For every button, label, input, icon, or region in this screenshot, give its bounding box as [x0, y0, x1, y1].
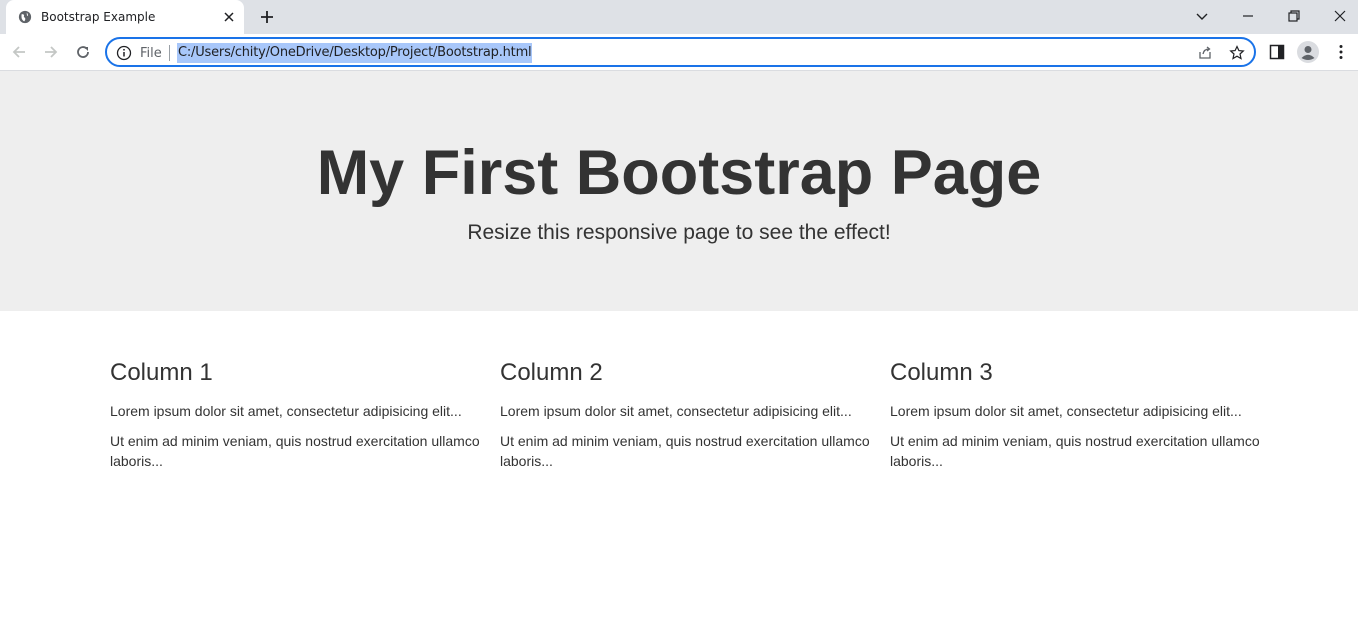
column-heading: Column 2 [500, 359, 603, 386]
share-icon[interactable] [1197, 45, 1213, 61]
column-3: Column 3 Lorem ipsum dolor sit amet, con… [890, 359, 1260, 481]
forward-arrow-icon[interactable] [41, 42, 61, 62]
new-tab-plus-icon[interactable] [258, 8, 276, 26]
close-window-icon[interactable] [1330, 6, 1350, 26]
more-menu-icon[interactable] [1332, 43, 1350, 61]
browser-tab[interactable]: Bootstrap Example [6, 0, 244, 34]
globe-icon [18, 10, 32, 24]
tab-close-icon[interactable] [222, 10, 236, 24]
column-paragraph: Ut enim ad minim veniam, quis nostrud ex… [110, 433, 480, 469]
browser-toolbar: File C:/Users/chity/OneDrive/Desktop/Pro… [0, 34, 1358, 71]
jumbotron: My First Bootstrap Page Resize this resp… [0, 71, 1358, 311]
page-subtitle: Resize this responsive page to see the e… [467, 221, 891, 244]
info-icon[interactable] [116, 45, 132, 61]
column-paragraph: Lorem ipsum dolor sit amet, consectetur … [500, 403, 852, 419]
minimize-icon[interactable] [1238, 6, 1258, 26]
page-title: My First Bootstrap Page [316, 138, 1042, 208]
profile-avatar-icon[interactable] [1297, 41, 1319, 63]
tab-strip: Bootstrap Example [0, 0, 1358, 34]
scheme-label: File [140, 46, 162, 61]
column-2: Column 2 Lorem ipsum dolor sit amet, con… [500, 359, 870, 481]
back-arrow-icon[interactable] [9, 42, 29, 62]
address-bar[interactable]: File C:/Users/chity/OneDrive/Desktop/Pro… [105, 37, 1256, 67]
address-separator [169, 45, 170, 61]
column-heading: Column 1 [110, 359, 213, 386]
column-paragraph: Ut enim ad minim veniam, quis nostrud ex… [500, 433, 870, 469]
bookmark-star-icon[interactable] [1229, 45, 1245, 61]
column-1: Column 1 Lorem ipsum dolor sit amet, con… [110, 359, 480, 481]
tab-title: Bootstrap Example [41, 10, 156, 24]
tab-search-chevron-icon[interactable] [1192, 6, 1212, 26]
column-heading: Column 3 [890, 359, 993, 386]
column-paragraph: Lorem ipsum dolor sit amet, consectetur … [890, 403, 1242, 419]
restore-icon[interactable] [1284, 6, 1304, 26]
column-paragraph: Ut enim ad minim veniam, quis nostrud ex… [890, 433, 1260, 469]
column-paragraph: Lorem ipsum dolor sit amet, consectetur … [110, 403, 462, 419]
reload-icon[interactable] [73, 42, 93, 62]
url-text[interactable]: C:/Users/chity/OneDrive/Desktop/Project/… [177, 43, 533, 63]
side-panel-icon[interactable] [1268, 43, 1286, 61]
